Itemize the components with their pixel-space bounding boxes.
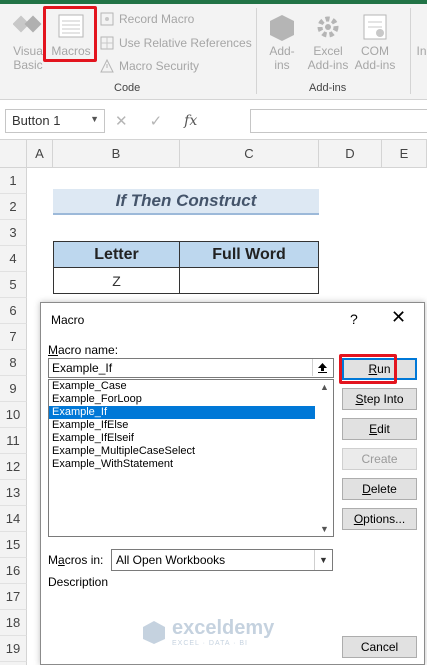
macro-list-item[interactable]: Example_IfElse <box>49 419 315 432</box>
help-button[interactable]: ? <box>350 311 358 327</box>
row-header[interactable]: 3 <box>0 220 27 246</box>
run-highlight <box>339 354 397 384</box>
macro-list-item[interactable]: Example_If <box>49 406 315 419</box>
record-macro-button[interactable]: Record Macro <box>100 12 194 26</box>
table-header-letter[interactable]: Letter <box>53 241 180 268</box>
list-scrollbar[interactable]: ▲ ▼ <box>316 380 333 536</box>
exceldemy-logo-icon <box>143 621 165 644</box>
column-header-d[interactable]: D <box>319 140 382 168</box>
row-header[interactable]: 12 <box>0 454 27 480</box>
visual-basic-icon <box>13 15 42 33</box>
group-separator <box>256 8 257 94</box>
row-header[interactable]: 1 <box>0 168 27 194</box>
exceldemy-watermark: exceldemy EXCEL · DATA · BI <box>141 617 274 647</box>
upload-arrow-icon[interactable] <box>312 359 332 376</box>
addins-button[interactable]: Add-ins <box>263 12 301 72</box>
formula-input[interactable] <box>250 109 427 133</box>
row-header[interactable]: 13 <box>0 480 27 506</box>
step-into-button[interactable]: Step Into <box>342 388 417 410</box>
record-macro-icon <box>100 12 114 26</box>
row-header[interactable]: 5 <box>0 272 27 298</box>
macros-highlight <box>43 6 97 62</box>
close-button[interactable]: ✕ <box>391 307 406 328</box>
visual-basic-button[interactable]: Visua Basic <box>8 12 48 72</box>
column-header-c[interactable]: C <box>180 140 319 168</box>
scroll-down-icon[interactable]: ▼ <box>320 524 329 534</box>
ribbon: Visua Basic Macros Record Macro Use Rela… <box>0 0 427 100</box>
macro-list-item[interactable]: Example_Case <box>49 380 315 393</box>
table-cell-letter[interactable]: Z <box>53 267 180 294</box>
row-header[interactable]: 15 <box>0 532 27 558</box>
row-header[interactable]: 6 <box>0 298 27 324</box>
gear-icon <box>317 16 339 38</box>
macro-list-item[interactable]: Example_IfElseif <box>49 432 315 445</box>
insert-button[interactable]: In <box>416 44 427 58</box>
cancel-icon[interactable]: ✕ <box>115 112 128 130</box>
macro-dialog: Macro ? ✕ Macro name: Example_If Example… <box>40 302 425 665</box>
scroll-up-icon[interactable]: ▲ <box>320 382 329 392</box>
insert-function-icon[interactable]: fx <box>184 113 197 129</box>
chevron-down-icon: ▼ <box>90 114 99 124</box>
row-header[interactable]: 7 <box>0 324 27 350</box>
relative-references-icon <box>100 36 114 50</box>
row-header[interactable]: 9 <box>0 376 27 402</box>
row-header[interactable]: 17 <box>0 584 27 610</box>
edit-button[interactable]: Edit <box>342 418 417 440</box>
options-button[interactable]: Options... <box>342 508 417 530</box>
name-box[interactable]: Button 1 ▼ <box>5 109 105 133</box>
create-button[interactable]: Create <box>342 448 417 470</box>
select-all-corner[interactable] <box>0 140 27 168</box>
description-label: Description <box>48 575 109 589</box>
macros-in-label: Macros in: <box>48 553 104 567</box>
com-addins-button[interactable]: COM Add-ins <box>352 12 398 72</box>
formula-bar-icons: ✕ ✓ fx <box>115 109 197 133</box>
macro-list-item[interactable]: Example_ForLoop <box>49 393 315 406</box>
com-addins-icon <box>363 14 387 40</box>
use-relative-references-button[interactable]: Use Relative References <box>100 36 252 50</box>
sheet-title-cell[interactable]: If Then Construct <box>53 189 319 215</box>
column-header-a[interactable]: A <box>27 140 53 168</box>
column-header-e[interactable]: E <box>382 140 427 168</box>
row-header[interactable]: 2 <box>0 194 27 220</box>
addins-group-label: Add-ins <box>309 82 347 94</box>
row-header[interactable]: 18 <box>0 610 27 636</box>
row-header[interactable]: 16 <box>0 558 27 584</box>
delete-button[interactable]: Delete <box>342 478 417 500</box>
macro-name-input[interactable]: Example_If <box>48 358 334 378</box>
dialog-title: Macro <box>51 313 85 327</box>
group-separator <box>410 8 411 94</box>
macro-list-item[interactable]: Example_WithStatement <box>49 458 315 471</box>
formula-bar: Button 1 ▼ ✕ ✓ fx <box>0 100 427 140</box>
row-header[interactable]: 8 <box>0 350 27 376</box>
macros-in-select[interactable]: All Open Workbooks ▼ <box>111 549 333 571</box>
row-header[interactable]: 11 <box>0 428 27 454</box>
table-cell-full-word[interactable] <box>179 267 319 294</box>
column-header-b[interactable]: B <box>53 140 180 168</box>
ribbon-accent-line <box>0 0 427 4</box>
row-header[interactable]: 10 <box>0 402 27 428</box>
macro-list[interactable]: Example_Case Example_ForLoop Example_If Exa… <box>48 379 334 537</box>
addins-icon <box>270 15 294 41</box>
excel-addins-button[interactable]: Excel Add-ins <box>303 12 353 72</box>
row-header[interactable]: 4 <box>0 246 27 272</box>
macro-name-label: Macro name: <box>48 343 119 357</box>
macro-list-item[interactable]: Example_MultipleCaseSelect <box>49 445 315 458</box>
row-header[interactable]: 19 <box>0 636 27 662</box>
code-group-label: Code <box>114 82 141 94</box>
row-header[interactable]: 14 <box>0 506 27 532</box>
enter-icon[interactable]: ✓ <box>150 112 163 130</box>
table-header-full-word[interactable]: Full Word <box>179 241 319 268</box>
chevron-down-icon: ▼ <box>314 550 332 570</box>
cancel-button[interactable]: Cancel <box>342 636 417 658</box>
macro-security-button[interactable]: Macro Security <box>100 59 199 73</box>
warning-icon <box>100 59 114 73</box>
